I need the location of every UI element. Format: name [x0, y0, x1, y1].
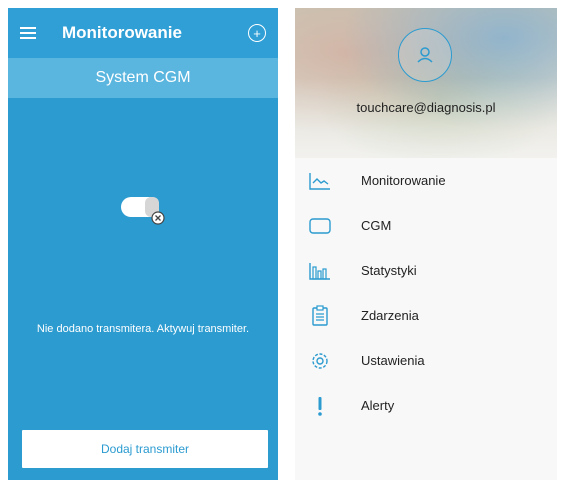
- menu-item-label: CGM: [361, 218, 392, 233]
- menu-item-label: Monitorowanie: [361, 173, 446, 188]
- transmitter-disconnected-icon: [121, 197, 165, 225]
- user-email: touchcare@diagnosis.pl: [356, 100, 496, 115]
- section-header: System CGM: [8, 58, 278, 98]
- alert-icon: [307, 395, 333, 417]
- no-transmitter-message: Nie dodano transmitera. Aktywuj transmit…: [36, 323, 250, 335]
- menu-item-label: Ustawienia: [361, 353, 425, 368]
- menu-item-zdarzenia[interactable]: Zdarzenia: [295, 293, 557, 338]
- clipboard-icon: [307, 304, 333, 327]
- monitoring-screen: Monitorowanie + System CGM Nie dodano tr…: [8, 8, 278, 480]
- menu-item-cgm[interactable]: CGM: [295, 203, 557, 248]
- menu-item-alerty[interactable]: Alerty: [295, 383, 557, 428]
- page-title: Monitorowanie: [62, 23, 182, 42]
- navigation-drawer: touchcare@diagnosis.pl Monitorowanie CGM: [295, 8, 557, 480]
- user-icon: [417, 47, 433, 63]
- menu-item-label: Statystyki: [361, 263, 417, 278]
- device-icon: [307, 215, 333, 237]
- menu-item-label: Alerty: [361, 398, 395, 413]
- gear-icon: [307, 350, 333, 372]
- menu-item-ustawienia[interactable]: Ustawienia: [295, 338, 557, 383]
- app-header: Monitorowanie +: [8, 8, 278, 58]
- menu-item-statystyki[interactable]: Statystyki: [295, 248, 557, 293]
- add-icon[interactable]: +: [248, 24, 266, 42]
- menu-item-label: Zdarzenia: [361, 308, 419, 323]
- add-transmitter-button[interactable]: Dodaj transmiter: [22, 430, 268, 468]
- drawer-menu: Monitorowanie CGM Statystyki Zdarzenia U…: [295, 158, 557, 428]
- bar-chart-icon: [307, 260, 333, 282]
- avatar[interactable]: [398, 28, 452, 82]
- menu-item-monitorowanie[interactable]: Monitorowanie: [295, 158, 557, 203]
- chart-line-icon: [307, 170, 333, 192]
- menu-icon[interactable]: [20, 25, 42, 41]
